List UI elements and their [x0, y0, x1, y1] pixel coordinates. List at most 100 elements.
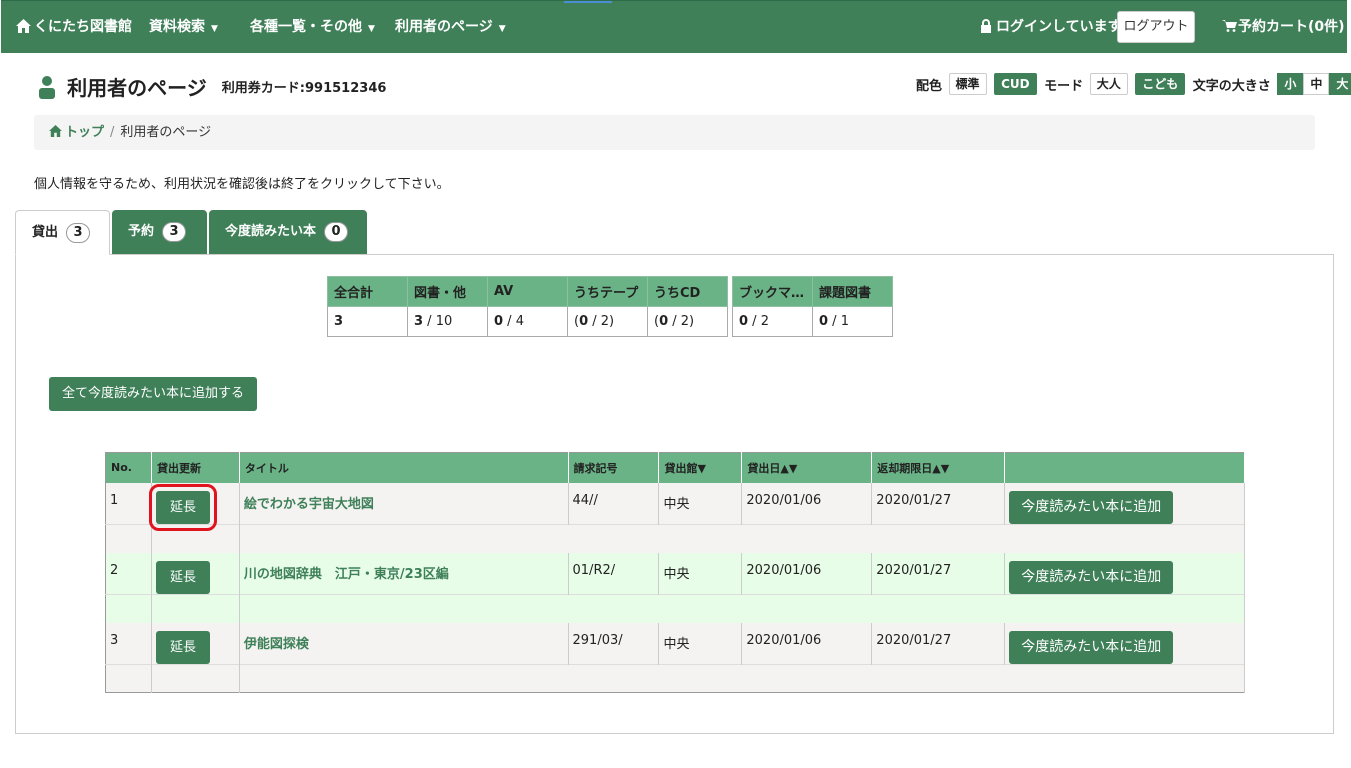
cart-link[interactable]: 予約カート(0件) [1222, 1, 1345, 54]
book-title-link[interactable]: 絵でわかる宇宙大地図 [244, 497, 374, 512]
extend-button[interactable]: 延長 [155, 630, 210, 664]
nav-user-label: 利用者のページ [395, 19, 493, 35]
summary-header: AV [487, 276, 568, 307]
book-title-link[interactable]: 川の地図辞典 江戸・東京/23区編 [244, 567, 449, 582]
sort-loan-date-header[interactable]: 貸出日▲▼ [741, 452, 873, 483]
summary-header: 課題図書 [812, 276, 893, 307]
add-to-wishlist-button[interactable]: 今度読みたい本に追加 [1009, 630, 1174, 664]
wishlist-cell: 今度読みたい本に追加 [1004, 482, 1245, 525]
summary-header: うちテープ [567, 276, 648, 307]
extend-button[interactable]: 延長 [148, 483, 217, 531]
breadcrumb-home-link[interactable]: トップ [49, 125, 104, 140]
due-date: 2020/01/27 [871, 552, 1006, 595]
table-row: 2 延長 川の地図辞典 江戸・東京/23区編 01/R2/ 中央 2020/01… [105, 552, 1245, 595]
summary-header: うちCD [647, 276, 728, 307]
color-standard-button[interactable]: 標準 [948, 73, 987, 95]
loan-date: 2020/01/06 [741, 622, 873, 665]
row-number: 1 [105, 482, 152, 525]
tab-wishlist-label: 今度読みたい本 [225, 224, 317, 239]
tab-wishlist-count: 0 [324, 221, 349, 242]
font-size-medium-button[interactable]: 中 [1303, 73, 1330, 95]
sort-branch-header[interactable]: 貸出館▼ [658, 452, 743, 483]
loan-summary-table: 全合計 図書・他 AV うちテープ うちCD 3 3 / 10 0 / 4 (0… [327, 276, 728, 337]
nav-lists-menu[interactable]: 各種一覧・その他 ▼ [250, 1, 375, 54]
library-card-number: 利用券カード:991512346 [221, 81, 387, 96]
table-subrow [105, 594, 1246, 623]
sort-due-date-header[interactable]: 返却期限日▲▼ [871, 452, 1006, 483]
nav-lists-label: 各種一覧・その他 [250, 19, 362, 35]
tab-wishlist[interactable]: 今度読みたい本 0 [209, 210, 367, 254]
extend-button[interactable]: 延長 [155, 560, 210, 594]
login-status: ログインしています [980, 1, 1122, 54]
privacy-notice: 個人情報を守るため、利用状況を確認後は終了をクリックして下さい。 [34, 177, 450, 192]
tab-loans[interactable]: 貸出 3 [15, 210, 110, 255]
summary-cell: 3 [327, 306, 408, 337]
column-header [1004, 452, 1245, 483]
tab-reservations-count: 3 [162, 221, 187, 242]
nav-home-label: くにたち図書館 [34, 19, 132, 35]
breadcrumb-home-label: トップ [65, 125, 105, 140]
breadcrumb-separator: / [110, 125, 115, 140]
loan-date: 2020/01/06 [741, 552, 873, 595]
cart-label: 予約カート(0件) [1238, 19, 1345, 35]
tab-loans-count: 3 [66, 222, 91, 243]
call-number: 291/03/ [568, 622, 660, 665]
nav-search-label: 資料検索 [149, 19, 205, 35]
home-icon [49, 125, 62, 137]
color-cud-button[interactable]: CUD [994, 73, 1037, 95]
row-number: 2 [105, 552, 152, 595]
mode-child-button[interactable]: こども [1135, 73, 1186, 95]
summary-cell: (0 / 2) [647, 306, 728, 337]
call-number: 01/R2/ [568, 552, 660, 595]
branch: 中央 [658, 552, 743, 595]
row-number: 3 [105, 622, 152, 665]
summary-cell: (0 / 2) [567, 306, 648, 337]
summary-cell: 0 / 2 [732, 306, 813, 337]
summary-cell: 0 / 1 [812, 306, 893, 337]
loans-table: No. 貸出更新 タイトル 請求記号 貸出館▼ 貸出日▲▼ 返却期限日▲▼ 1 … [105, 452, 1246, 693]
special-summary-table: ブックマ… 課題図書 0 / 2 0 / 1 [732, 276, 893, 337]
table-row: 1 延長 絵でわかる宇宙大地図 44// 中央 2020/01/06 2020/… [105, 482, 1245, 531]
add-to-wishlist-button[interactable]: 今度読みたい本に追加 [1009, 560, 1174, 594]
login-status-label: ログインしています [996, 19, 1122, 35]
top-navbar: くにたち図書館 資料検索 ▼ 各種一覧・その他 ▼ 利用者のページ ▼ ログインしてい… [1, 0, 1347, 53]
tab-reservations-label: 予約 [128, 224, 155, 239]
nav-home-link[interactable]: くにたち図書館 [16, 1, 132, 54]
tab-reservations[interactable]: 予約 3 [112, 210, 207, 254]
title-cell: 絵でわかる宇宙大地図 [239, 482, 569, 525]
due-date: 2020/01/27 [871, 482, 1006, 525]
extend-cell: 延長 [148, 482, 240, 531]
table-subrow [105, 524, 1246, 553]
mode-adult-button[interactable]: 大人 [1089, 73, 1128, 95]
font-size-large-button[interactable]: 大 [1329, 73, 1351, 95]
cart-icon [1222, 20, 1237, 32]
column-header: タイトル [239, 452, 569, 483]
title-cell: 伊能図探検 [239, 622, 569, 665]
tab-loans-label: 貸出 [32, 225, 59, 240]
add-all-to-wishlist-button[interactable]: 全て今度読みたい本に追加する [49, 377, 258, 411]
mode-label: モード [1044, 78, 1084, 94]
font-size-group: 小中大 [1277, 73, 1351, 95]
branch: 中央 [658, 482, 743, 525]
caret-down-icon: ▼ [498, 24, 506, 34]
summary-header: 図書・他 [407, 276, 488, 307]
summary-cell: 3 / 10 [407, 306, 488, 337]
logout-button[interactable]: ログアウト [1117, 11, 1195, 43]
breadcrumb: トップ / 利用者のページ [34, 115, 1315, 150]
add-to-wishlist-button[interactable]: 今度読みたい本に追加 [1009, 490, 1174, 524]
font-size-label: 文字の大きさ [1192, 78, 1271, 94]
breadcrumb-current: 利用者のページ [120, 125, 212, 140]
book-title-link[interactable]: 伊能図探検 [244, 637, 309, 652]
summary-cell: 0 / 4 [487, 306, 568, 337]
font-size-small-button[interactable]: 小 [1277, 73, 1304, 95]
nav-user-menu[interactable]: 利用者のページ ▼ [395, 1, 506, 54]
nav-search-menu[interactable]: 資料検索 ▼ [149, 1, 218, 54]
title-cell: 川の地図辞典 江戸・東京/23区編 [239, 552, 569, 595]
summary-header: ブックマ… [732, 276, 813, 307]
due-date: 2020/01/27 [871, 622, 1006, 665]
display-options: 配色 標準 CUD モード 大人 こども 文字の大きさ 小中大 [916, 73, 1351, 95]
wishlist-cell: 今度読みたい本に追加 [1004, 622, 1245, 665]
home-icon [16, 19, 31, 33]
call-number: 44// [568, 482, 660, 525]
table-header-row: No. 貸出更新 タイトル 請求記号 貸出館▼ 貸出日▲▼ 返却期限日▲▼ [105, 452, 1245, 483]
